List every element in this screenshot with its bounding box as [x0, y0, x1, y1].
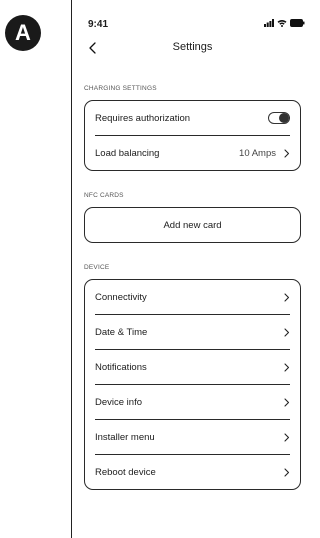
device-item-notifications[interactable]: Notifications: [85, 350, 300, 384]
chevron-right-icon: [284, 327, 290, 337]
device-item-label: Installer menu: [95, 431, 155, 443]
status-time: 9:41: [88, 19, 109, 30]
device-item-device-info[interactable]: Device info: [85, 385, 300, 419]
chevron-right-icon: [284, 432, 290, 442]
battery-icon: [290, 19, 305, 27]
device-item-installer-menu[interactable]: Installer menu: [85, 420, 300, 454]
device-card: Connectivity Date & Time Notifications D…: [84, 279, 301, 490]
chevron-right-icon: [284, 148, 290, 158]
chevron-right-icon: [284, 292, 290, 302]
charging-settings-card: Requires authorization Load balancing 10…: [84, 100, 301, 171]
section-label-device: DEVICE: [84, 264, 110, 271]
device-item-date-time[interactable]: Date & Time: [85, 315, 300, 349]
nav-bar: Settings: [72, 38, 313, 58]
requires-authorization-toggle[interactable]: [268, 112, 290, 124]
chevron-right-icon: [284, 362, 290, 372]
page-title: Settings: [172, 41, 213, 53]
device-item-label: Connectivity: [95, 291, 147, 303]
device-item-reboot-device[interactable]: Reboot device: [85, 455, 300, 489]
section-label-charging: CHARGING SETTINGS: [84, 85, 157, 92]
nfc-cards-card: Add new card: [84, 207, 301, 243]
status-bar: 9:41: [72, 0, 313, 40]
device-item-label: Reboot device: [95, 466, 156, 478]
device-item-label: Notifications: [95, 361, 147, 373]
status-icons: [264, 18, 305, 28]
device-item-connectivity[interactable]: Connectivity: [85, 280, 300, 314]
phone-screen: 9:41 Settings CHARGING SETTINGS Requires…: [72, 0, 313, 538]
section-label-nfc: NFC CARDS: [84, 192, 124, 199]
device-item-label: Date & Time: [95, 326, 148, 338]
chevron-right-icon: [284, 467, 290, 477]
figure-badge: A: [5, 15, 41, 51]
load-balancing-value: 10 Amps: [239, 147, 276, 159]
load-balancing-label: Load balancing: [95, 147, 160, 159]
wifi-icon: [277, 19, 287, 27]
requires-authorization-label: Requires authorization: [95, 112, 191, 124]
load-balancing-row[interactable]: Load balancing 10 Amps: [85, 136, 300, 170]
signal-icon: [264, 19, 274, 27]
requires-authorization-row[interactable]: Requires authorization: [85, 101, 300, 135]
device-item-label: Device info: [95, 396, 142, 408]
chevron-right-icon: [284, 397, 290, 407]
toggle-knob: [279, 113, 289, 123]
add-new-card-button[interactable]: Add new card: [85, 208, 300, 242]
